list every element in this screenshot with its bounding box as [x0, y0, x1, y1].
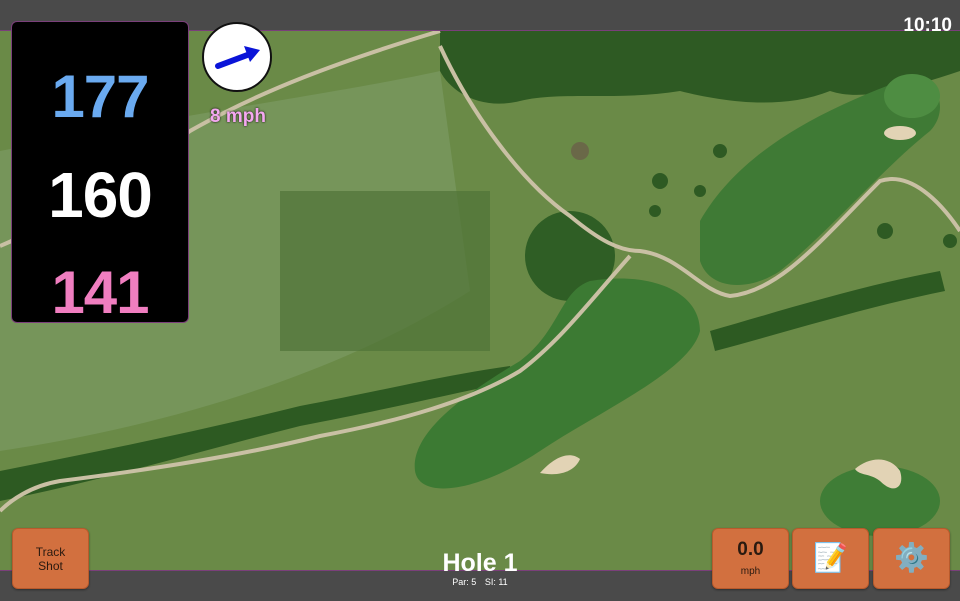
arrow-up-right-icon — [215, 46, 260, 69]
speed-button[interactable]: 0.0 mph — [712, 528, 789, 589]
speed-unit: mph — [740, 566, 761, 577]
hole-stroke-index: SI: 11 — [484, 577, 508, 587]
distance-panel: 177 160 141 — [12, 22, 188, 326]
notepad-icon: 📝 — [813, 542, 848, 573]
track-shot-label-line2: Shot — [38, 559, 63, 573]
front-distance: 141 — [51, 259, 149, 326]
gear-icon: ⚙️ — [894, 542, 929, 573]
hole-par: Par: 5 — [452, 577, 477, 587]
track-shot-label-line1: Track — [35, 545, 66, 559]
wind-speed: 8 mph — [210, 106, 266, 127]
wind-indicator — [202, 22, 272, 92]
notes-button[interactable]: 📝 — [792, 528, 869, 589]
back-distance: 177 — [51, 63, 149, 130]
clock: 10:10 — [903, 15, 952, 36]
settings-button[interactable]: ⚙️ — [873, 528, 950, 589]
track-shot-button[interactable]: Track Shot — [12, 528, 89, 589]
hole-info: Par: 5 SI: 11 — [380, 577, 580, 587]
speed-value: 0.0 — [737, 539, 764, 560]
hole-title: Hole 1 — [442, 549, 518, 577]
middle-distance: 160 — [48, 159, 153, 231]
